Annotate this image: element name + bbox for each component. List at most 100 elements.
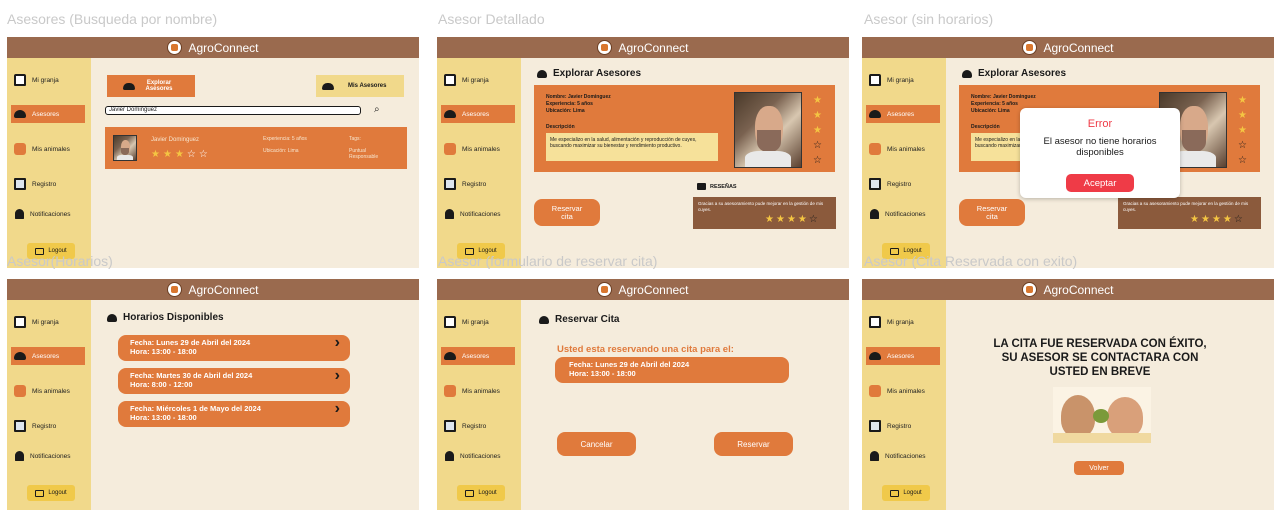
farmer-hat-icon: [537, 69, 547, 78]
house-icon: [869, 74, 881, 86]
sidebar-item-notificaciones[interactable]: Notificaciones: [441, 205, 515, 223]
sidebar-item-registro[interactable]: Registro: [866, 175, 940, 193]
schedule-slot[interactable]: Fecha: Miércoles 1 de Mayo del 2024 Hora…: [118, 401, 350, 427]
house-icon: [444, 316, 456, 328]
sidebar-item-mi-granja[interactable]: Mi granja: [11, 313, 85, 331]
advisor-name: Javier Dominguez: [151, 137, 200, 143]
sidebar-item-mis-animales[interactable]: Mis animales: [866, 140, 940, 158]
back-button[interactable]: Volver: [1074, 461, 1124, 475]
sidebar-item-mi-granja[interactable]: Mi granja: [11, 71, 85, 89]
top-bar: AgroConnect: [862, 37, 1274, 58]
star-icon: ★: [813, 110, 822, 121]
accept-button[interactable]: Aceptar: [1066, 174, 1134, 192]
sidebar-item-label: Registro: [462, 180, 487, 188]
sidebar-item-label: Mi granja: [32, 76, 59, 84]
slot-time: Hora: 13:00 - 18:00: [130, 346, 197, 356]
sidebar-item-mis-animales[interactable]: Mis animales: [11, 140, 85, 158]
logout-button[interactable]: Logout: [457, 485, 505, 501]
sidebar-item-registro[interactable]: Registro: [441, 175, 515, 193]
page-title: Explorar Asesores: [537, 68, 641, 79]
sidebar-item-label: Notificaciones: [460, 452, 501, 460]
star-outline-icon: ☆: [1238, 140, 1247, 151]
sidebar-item-registro[interactable]: Registro: [11, 175, 85, 193]
house-icon: [444, 74, 456, 86]
top-bar: AgroConnect: [437, 279, 849, 300]
sidebar-item-notificaciones[interactable]: Notificaciones: [441, 447, 515, 465]
sidebar-item-label: Asesores: [462, 110, 490, 118]
farmer-hat-icon: [444, 352, 456, 360]
frame-label-schedule: Asesor(Horarios): [7, 253, 113, 269]
search-icon[interactable]: ⌕: [374, 104, 380, 115]
sidebar-item-asesores[interactable]: Asesores: [11, 105, 85, 123]
sidebar-item-asesores[interactable]: Asesores: [441, 347, 515, 365]
advisor-description: Me especializo en la salud, alimentación…: [546, 133, 718, 161]
sidebar-item-notificaciones[interactable]: Notificaciones: [866, 447, 940, 465]
sidebar-item-mi-granja[interactable]: Mi granja: [866, 71, 940, 89]
advisor-card[interactable]: Javier Dominguez Experiencia: 5 años Ubi…: [105, 127, 407, 169]
reservation-intro: Usted esta reservando una cita para el:: [557, 344, 734, 355]
button-label: Explorar Asesores: [145, 80, 173, 92]
advisor-location: Ubicación: Lima: [263, 148, 299, 154]
sidebar-item-mi-granja[interactable]: Mi granja: [866, 313, 940, 331]
sidebar-item-mi-granja[interactable]: Mi granja: [441, 313, 515, 331]
reserve-appointment-button[interactable]: Reservar cita: [959, 199, 1025, 226]
page-title-text: Explorar Asesores: [978, 68, 1067, 79]
slot-time: Hora: 13:00 - 18:00: [130, 412, 197, 422]
reserve-appointment-button[interactable]: Reservar cita: [534, 199, 600, 226]
farmer-hat-icon: [869, 352, 881, 360]
my-advisors-button[interactable]: Mis Asesores: [316, 75, 404, 97]
logout-label: Logout: [478, 490, 497, 496]
schedule-slot[interactable]: Fecha: Martes 30 de Abril del 2024 Hora:…: [118, 368, 350, 394]
logout-button[interactable]: Logout: [27, 485, 75, 501]
description-label: Descripción: [971, 124, 1000, 130]
sidebar-item-label: Asesores: [32, 352, 60, 360]
app-title: AgroConnect: [618, 40, 689, 55]
sidebar-item-label: Mis animales: [887, 145, 925, 153]
search-input[interactable]: Javier Dominguez: [105, 106, 361, 115]
sidebar-item-asesores[interactable]: Asesores: [866, 347, 940, 365]
app-title: AgroConnect: [1043, 282, 1114, 297]
sidebar-item-mis-animales[interactable]: Mis animales: [866, 382, 940, 400]
sidebar-item-registro[interactable]: Registro: [11, 417, 85, 435]
chevron-right-icon: ›: [334, 400, 340, 417]
clipboard-icon: [444, 420, 456, 432]
app-logo-icon: [1022, 282, 1038, 297]
house-icon: [14, 316, 26, 328]
rating-stars-vertical: ★ ★ ★ ☆ ☆: [813, 93, 822, 168]
sidebar-item-mis-animales[interactable]: Mis animales: [11, 382, 85, 400]
advisor-experience: Experiencia: 5 años: [971, 101, 1018, 107]
star-outline-icon: ☆: [1238, 155, 1247, 166]
star-icon: ★: [1238, 125, 1247, 136]
star-icon: ★: [813, 125, 822, 136]
advisor-location: Ubicación: Lima: [546, 108, 585, 114]
sidebar-item-registro[interactable]: Registro: [866, 417, 940, 435]
sidebar-item-registro[interactable]: Registro: [441, 417, 515, 435]
reserve-button[interactable]: Reservar: [714, 432, 793, 456]
advisor-name: Nombre: Javier Dominguez: [971, 94, 1036, 100]
sidebar-item-mis-animales[interactable]: Mis animales: [441, 382, 515, 400]
explore-advisors-button[interactable]: Explorar Asesores: [107, 75, 195, 97]
schedule-slot[interactable]: Fecha: Lunes 29 de Abril del 2024 Hora: …: [118, 335, 350, 361]
logout-icon: [465, 489, 475, 497]
sidebar-item-notificaciones[interactable]: Notificaciones: [11, 447, 85, 465]
bell-icon: [445, 451, 454, 461]
button-label: Reservar cita: [976, 203, 1008, 221]
advisor-photo: [734, 92, 802, 168]
frame-detail: AgroConnect Mi granja Asesores Mis anima…: [437, 37, 849, 268]
sidebar-item-mi-granja[interactable]: Mi granja: [441, 71, 515, 89]
logout-label: Logout: [903, 490, 922, 496]
sidebar-item-asesores[interactable]: Asesores: [11, 347, 85, 365]
review-stars: ★ ★ ★ ★ ☆: [1190, 215, 1243, 225]
sidebar-item-notificaciones[interactable]: Notificaciones: [11, 205, 85, 223]
sidebar-item-asesores[interactable]: Asesores: [441, 105, 515, 123]
sidebar-item-mis-animales[interactable]: Mis animales: [441, 140, 515, 158]
sidebar-item-label: Asesores: [887, 352, 915, 360]
farmer-hat-icon: [123, 82, 135, 90]
logout-button[interactable]: Logout: [882, 485, 930, 501]
sidebar-item-notificaciones[interactable]: Notificaciones: [866, 205, 940, 223]
cancel-button[interactable]: Cancelar: [557, 432, 636, 456]
chevron-right-icon: ›: [334, 367, 340, 384]
sidebar-item-asesores[interactable]: Asesores: [866, 105, 940, 123]
description-label: Descripción: [546, 124, 575, 130]
top-bar: AgroConnect: [437, 37, 849, 58]
